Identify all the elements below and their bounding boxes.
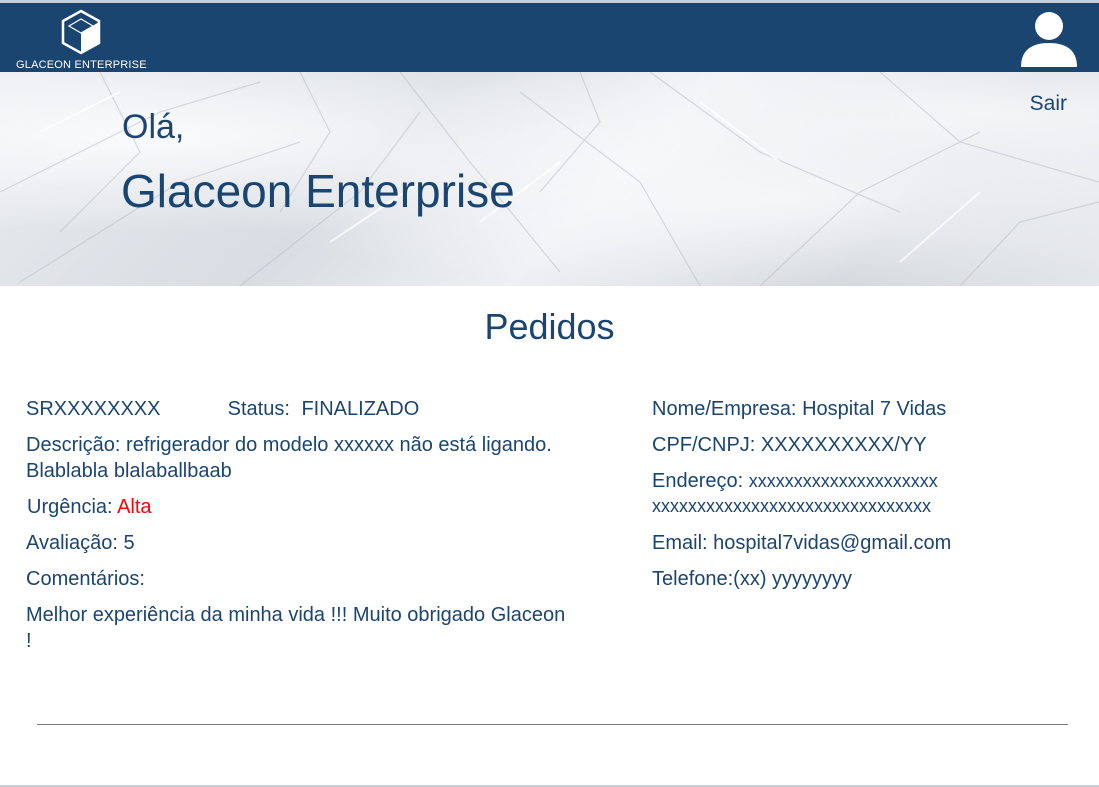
urgency-label: Urgência: — [27, 496, 113, 518]
email-value: hospital7vidas@gmail.com — [713, 532, 952, 554]
address-line-2: xxxxxxxxxxxxxxxxxxxxxxxxxxxxxxx — [652, 496, 931, 516]
hero-banner: Olá, Glaceon Enterprise Sair — [0, 72, 1099, 286]
document-label: CPF/CNPJ: — [652, 434, 756, 456]
address-label: Endereço: — [652, 470, 744, 492]
rating-row: Avaliação: 5 — [26, 530, 135, 556]
client-name-label: Nome/Empresa: — [652, 398, 797, 420]
section-divider — [37, 724, 1068, 725]
top-navigation-bar: GLACEON ENTERPRISE — [0, 3, 1099, 72]
user-avatar-icon[interactable] — [1019, 9, 1079, 69]
order-header-row: SRXXXXXXXX Status: FINALIZADO — [26, 396, 419, 422]
logout-link[interactable]: Sair — [1030, 92, 1067, 116]
document-row: CPF/CNPJ: XXXXXXXXXX/YY — [652, 432, 927, 458]
email-label: Email: — [652, 532, 708, 554]
description-label: Descrição: — [26, 434, 121, 456]
description-row: Descrição: refrigerador do modelo xxxxxx… — [26, 432, 566, 484]
page-title: Pedidos — [484, 306, 615, 347]
order-id: SRXXXXXXXX — [26, 398, 161, 420]
phone-row: Telefone:(xx) yyyyyyyy — [652, 566, 852, 592]
rating-value: 5 — [123, 532, 135, 554]
comments-label: Comentários: — [26, 568, 145, 590]
urgency-row: Urgência: Alta — [27, 494, 152, 520]
phone-label: Telefone: — [652, 568, 734, 590]
address-line-1: xxxxxxxxxxxxxxxxxxxxx — [748, 471, 938, 491]
company-name-heading: Glaceon Enterprise — [121, 165, 515, 217]
cube-logo-icon — [61, 9, 101, 55]
rating-label: Avaliação: — [26, 532, 118, 554]
comments-value: Melhor experiência da minha vida !!! Mui… — [26, 604, 566, 652]
document-value: XXXXXXXXXX/YY — [760, 434, 927, 456]
status-label: Status: — [227, 398, 290, 420]
phone-value: (xx) yyyyyyyy — [733, 568, 853, 590]
greeting-text: Olá, — [122, 108, 185, 146]
urgency-value: Alta — [117, 496, 152, 518]
company-logo[interactable]: GLACEON ENTERPRISE — [14, 7, 164, 71]
client-name-value: Hospital 7 Vidas — [802, 398, 947, 420]
address-row: Endereço: xxxxxxxxxxxxxxxxxxxxx xxxxxxxx… — [652, 468, 938, 519]
client-name-row: Nome/Empresa: Hospital 7 Vidas — [652, 396, 946, 422]
email-row: Email: hospital7vidas@gmail.com — [652, 530, 951, 556]
logo-text: GLACEON ENTERPRISE — [16, 59, 147, 71]
status-value: FINALIZADO — [301, 398, 420, 420]
